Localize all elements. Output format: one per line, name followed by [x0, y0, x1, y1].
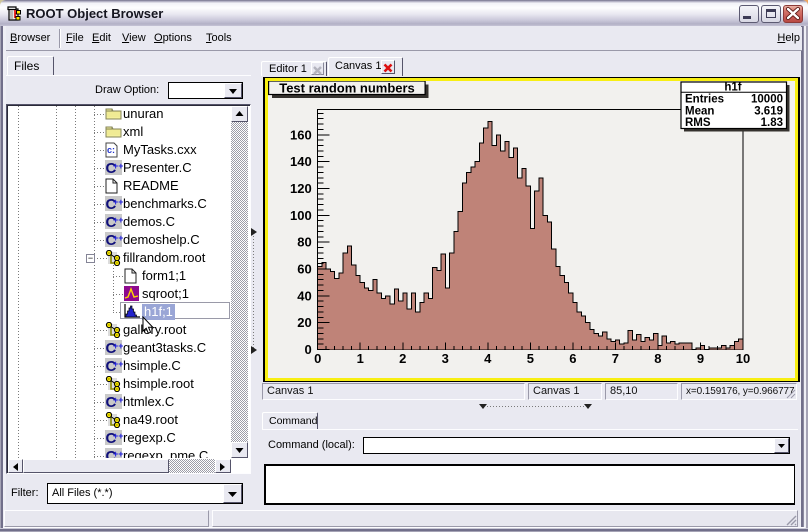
svg-text:140: 140 — [290, 154, 312, 169]
svg-text:++: ++ — [113, 161, 123, 171]
svg-text:120: 120 — [290, 181, 312, 196]
svg-text:60: 60 — [297, 262, 311, 277]
svg-text:++: ++ — [113, 215, 123, 225]
svg-text:c:: c: — [107, 145, 115, 155]
svg-text:Test random numbers: Test random numbers — [279, 81, 415, 96]
svg-text:h1f: h1f — [724, 82, 741, 94]
svg-text:8: 8 — [654, 351, 661, 366]
svg-text:++: ++ — [113, 341, 123, 351]
svg-text:++: ++ — [113, 197, 123, 207]
svg-text:2: 2 — [399, 351, 406, 366]
svg-text:++: ++ — [113, 359, 123, 369]
svg-text:1.83: 1.83 — [761, 117, 783, 129]
svg-text:0: 0 — [314, 351, 321, 366]
svg-text:3.619: 3.619 — [754, 106, 783, 118]
svg-text:++: ++ — [113, 449, 123, 458]
svg-text:0: 0 — [304, 342, 311, 357]
svg-text:Entries: Entries — [685, 94, 724, 106]
svg-text:++: ++ — [113, 233, 123, 243]
svg-text:++: ++ — [113, 395, 123, 405]
svg-text:80: 80 — [297, 235, 311, 250]
svg-text:10000: 10000 — [751, 94, 783, 106]
svg-text:5: 5 — [527, 351, 534, 366]
svg-text:9: 9 — [697, 351, 704, 366]
svg-text:RMS: RMS — [685, 117, 711, 129]
svg-text:Mean: Mean — [685, 106, 714, 118]
svg-text:3: 3 — [442, 351, 449, 366]
svg-text:100: 100 — [290, 208, 312, 223]
svg-text:160: 160 — [290, 127, 312, 142]
svg-text:6: 6 — [569, 351, 576, 366]
svg-text:10: 10 — [736, 351, 750, 366]
svg-text:4: 4 — [484, 351, 492, 366]
svg-text:++: ++ — [113, 431, 123, 441]
svg-text:20: 20 — [297, 315, 311, 330]
svg-text:7: 7 — [612, 351, 619, 366]
svg-text:1: 1 — [357, 351, 364, 366]
svg-text:40: 40 — [297, 288, 311, 303]
